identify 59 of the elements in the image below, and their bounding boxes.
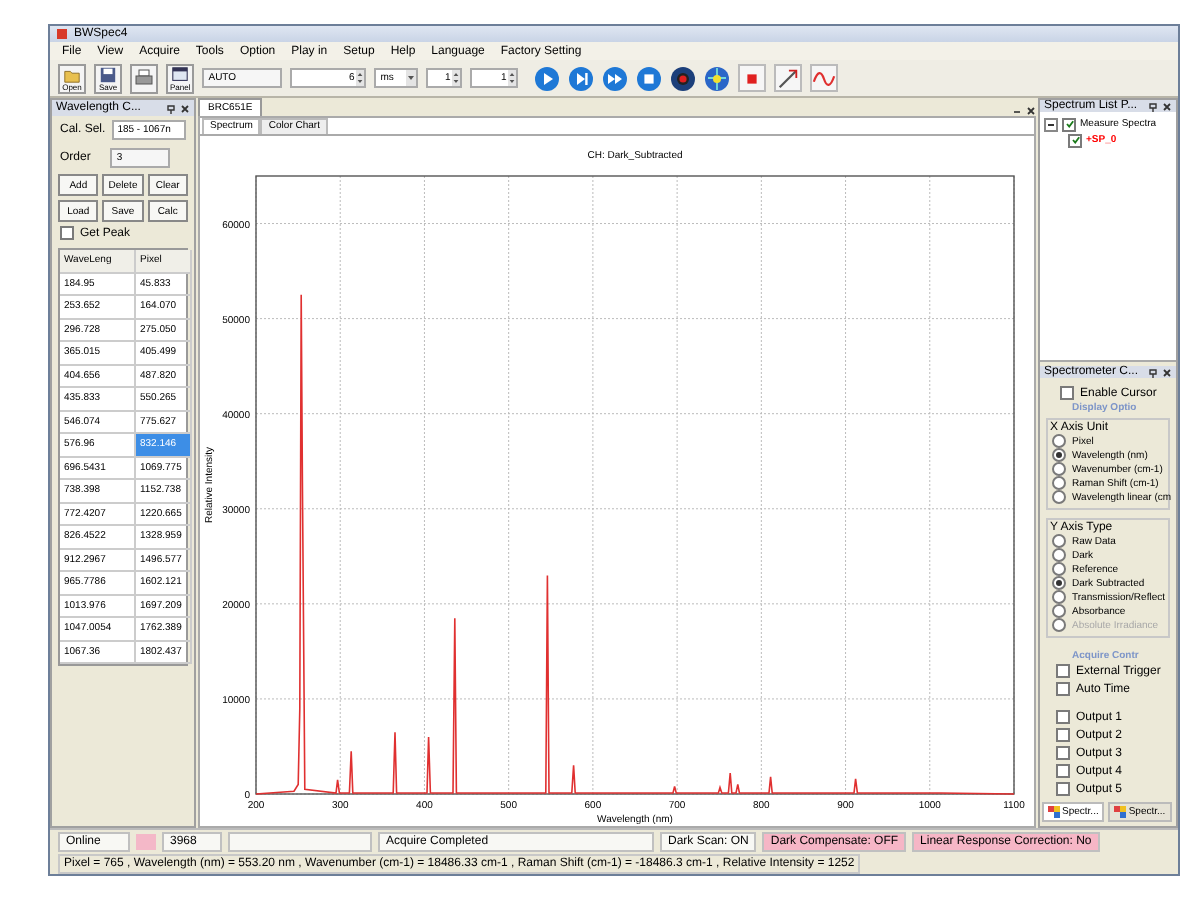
close-icon[interactable]: [1026, 106, 1036, 116]
panel-icon: [1048, 806, 1060, 819]
spinner-arrows-icon[interactable]: [508, 70, 517, 86]
expander-icon[interactable]: [1044, 117, 1058, 132]
checkbox[interactable]: [1056, 728, 1070, 743]
app-icon: [56, 28, 68, 40]
close-icon[interactable]: [1162, 101, 1172, 112]
arrow-icon: [776, 65, 801, 91]
radio-button[interactable]: [1052, 534, 1066, 549]
radio-button[interactable]: [1052, 548, 1066, 563]
checkbox[interactable]: [1056, 782, 1070, 797]
radio-button[interactable]: [1052, 434, 1066, 449]
pin-icon[interactable]: [1148, 101, 1158, 112]
pin-icon[interactable]: [1148, 367, 1158, 378]
checkbox[interactable]: [1062, 117, 1076, 132]
checkbox[interactable]: [1056, 764, 1070, 779]
checkbox[interactable]: [1056, 682, 1070, 697]
radio-button[interactable]: [1052, 476, 1066, 491]
globe-icon: [704, 65, 731, 91]
step-icon: [568, 65, 595, 91]
radio-button[interactable]: [1052, 604, 1066, 619]
folder-icon: [62, 65, 82, 83]
window-icon: [170, 65, 191, 83]
spinner-arrows-icon[interactable]: [356, 70, 365, 86]
checkbox[interactable]: [1056, 746, 1070, 761]
checkbox[interactable]: [1068, 133, 1082, 148]
close-icon[interactable]: [1162, 367, 1172, 378]
printer-icon: [134, 68, 154, 88]
step-button[interactable]: [568, 65, 595, 91]
radio-button[interactable]: [1052, 490, 1066, 505]
radio-button[interactable]: [1052, 576, 1066, 591]
waveform-button[interactable]: [810, 64, 839, 92]
record-icon: [670, 65, 697, 91]
radio-button[interactable]: [1052, 448, 1066, 463]
fast-forward-button[interactable]: [602, 65, 629, 91]
checkbox[interactable]: [1056, 710, 1070, 725]
radio-button[interactable]: [1052, 590, 1066, 605]
tool-button[interactable]: [774, 64, 803, 92]
checkbox[interactable]: [60, 226, 74, 240]
globe-button[interactable]: [704, 65, 731, 91]
spinner-arrows-icon[interactable]: [452, 70, 461, 86]
stop-button[interactable]: [636, 65, 663, 91]
close-icon[interactable]: [180, 103, 190, 113]
stop-icon: [636, 65, 663, 91]
panel-icon: [1114, 806, 1127, 819]
caret-icon[interactable]: [406, 70, 417, 86]
record-button[interactable]: [670, 65, 697, 91]
play-icon: [534, 65, 561, 91]
status-indicator: [136, 833, 156, 849]
minimize-icon[interactable]: [1012, 106, 1022, 116]
print-button[interactable]: [130, 63, 158, 93]
radio-button[interactable]: [1052, 562, 1066, 577]
pin-icon[interactable]: [166, 103, 176, 113]
marker-button[interactable]: [738, 64, 767, 92]
play-button[interactable]: [534, 65, 561, 91]
radio-button[interactable]: [1052, 462, 1066, 477]
fast-forward-icon: [602, 65, 629, 91]
checkbox[interactable]: [1060, 386, 1074, 401]
checkbox[interactable]: [1056, 664, 1070, 679]
